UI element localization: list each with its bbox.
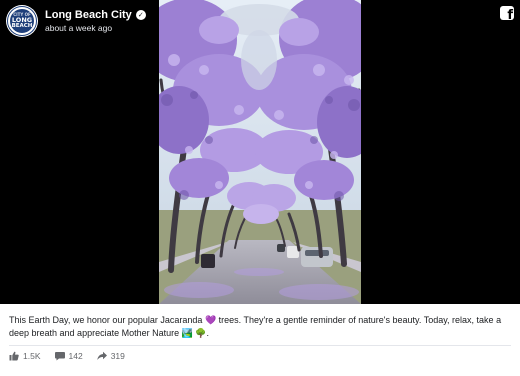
- page-name-link[interactable]: Long Beach City: [45, 8, 132, 22]
- likes-stat[interactable]: 1.5K: [9, 351, 41, 361]
- engagement-bar: 1.5K 142 319: [9, 351, 139, 361]
- shares-count: 319: [110, 351, 125, 361]
- avatar-line-1: CITY OF: [13, 12, 31, 17]
- jacaranda-street-photo[interactable]: [159, 0, 361, 304]
- comment-bubble-icon: [54, 352, 65, 361]
- jacaranda-photo-illustration: [159, 0, 361, 304]
- post-caption: This Earth Day, we honor our popular Jac…: [9, 315, 502, 338]
- facebook-post-embed: CITY OF LONG BEACH Long Beach City ✓ abo…: [0, 0, 520, 376]
- divider: [9, 345, 511, 346]
- city-logo: CITY OF LONG BEACH: [8, 7, 36, 35]
- verified-check-icon: ✓: [135, 10, 146, 20]
- page-avatar[interactable]: CITY OF LONG BEACH: [6, 5, 38, 37]
- likes-count: 1.5K: [23, 351, 41, 361]
- share-arrow-icon: [96, 351, 107, 360]
- comments-stat[interactable]: 142: [54, 351, 83, 361]
- post-header: CITY OF LONG BEACH Long Beach City ✓ abo…: [6, 5, 146, 37]
- name-row: Long Beach City ✓: [45, 8, 146, 22]
- facebook-logo-icon[interactable]: f: [500, 6, 514, 20]
- shares-stat[interactable]: 319: [96, 351, 125, 361]
- comments-count: 142: [68, 351, 83, 361]
- avatar-line-3: BEACH: [11, 22, 33, 29]
- thumbs-up-icon: [9, 351, 19, 361]
- post-meta: Long Beach City ✓ about a week ago: [45, 8, 146, 34]
- post-timestamp[interactable]: about a week ago: [45, 22, 146, 34]
- post-media[interactable]: CITY OF LONG BEACH Long Beach City ✓ abo…: [0, 0, 520, 304]
